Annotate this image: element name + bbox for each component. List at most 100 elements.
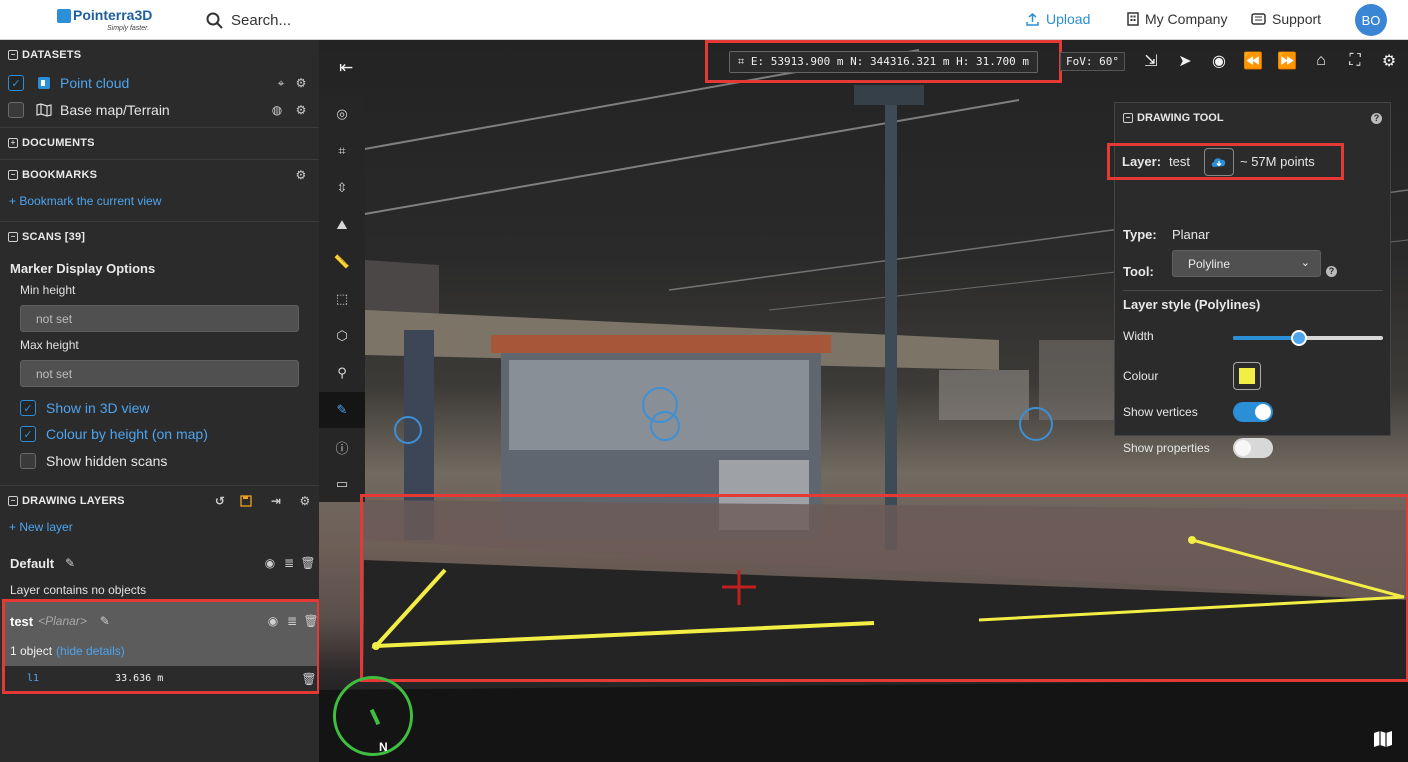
base-map-checkbox[interactable] (8, 102, 24, 118)
show-hidden-checkbox[interactable] (20, 453, 36, 469)
show-hidden-option[interactable]: Show hidden scans (0, 451, 319, 471)
fullscreen-icon[interactable]: ⛶ (1344, 50, 1366, 72)
show-3d-option[interactable]: ✓ Show in 3D view (0, 398, 319, 418)
support-button[interactable]: Support (1251, 11, 1321, 27)
enter-icon[interactable]: ⇲ (1140, 50, 1162, 72)
coordinate-icon: ⌗ (738, 54, 751, 68)
colour-by-height-option[interactable]: ✓ Colour by height (on map) (0, 424, 319, 444)
edit-icon[interactable]: ✎ (97, 613, 113, 629)
ticket-icon (1251, 13, 1266, 25)
help-icon[interactable]: ? (1326, 266, 1337, 277)
undo-icon[interactable]: ↺ (212, 493, 228, 509)
width-slider-handle[interactable] (1291, 330, 1307, 346)
export-icon[interactable]: ⇥ (268, 493, 284, 509)
bookmark-current-view-link[interactable]: + Bookmark the current view (0, 193, 319, 209)
app-header: Pointerra3D Simply faster. Search... Upl… (0, 0, 1408, 40)
layer-style-title: Layer style (Polylines) (1123, 297, 1261, 312)
dataset-point-cloud[interactable]: ✓ Point cloud ⌖ ⚙ (0, 73, 319, 93)
gear-icon[interactable]: ⚙ (297, 493, 313, 509)
documents-header[interactable]: + DOCUMENTS (0, 127, 319, 157)
trash-icon[interactable]: 🗑 (303, 613, 319, 629)
map-toggle-icon[interactable] (1373, 730, 1393, 748)
fov-readout[interactable]: FoV: 60° (1060, 52, 1125, 71)
width-slider[interactable] (1233, 330, 1383, 346)
layer-test-selected[interactable]: test <Planar> ✎ ◉ ≣ 🗑 1 object (hide det… (2, 599, 319, 694)
coordinate-readout: ⌗ E: 53913.900 m N: 344316.321 m H: 31.7… (729, 50, 1038, 73)
upload-label: Upload (1046, 11, 1091, 27)
terrain-tool[interactable]: ⛰ (319, 207, 365, 243)
tool-select-value: Polyline (1188, 256, 1231, 271)
camera-tool[interactable]: ▭ (319, 466, 365, 502)
locate-tool[interactable]: ◎ (319, 96, 365, 132)
measure-tool[interactable]: 📏 (319, 244, 365, 280)
min-height-input[interactable]: not set (20, 305, 299, 332)
navigate-icon[interactable]: ➤ (1174, 50, 1196, 72)
colour-label: Colour (1123, 369, 1159, 383)
search-input[interactable]: Search... (231, 12, 291, 29)
crop-tool[interactable]: ⌗ (319, 133, 365, 169)
new-layer-link[interactable]: + New layer (0, 519, 319, 535)
globe-icon[interactable]: ◍ (269, 102, 285, 118)
save-icon[interactable] (238, 493, 254, 509)
gear-icon[interactable]: ⚙ (1378, 50, 1400, 72)
show-properties-toggle[interactable] (1233, 438, 1273, 458)
home-icon[interactable]: ⌂ (1310, 50, 1332, 72)
objects-tool[interactable]: ⬡ (319, 318, 365, 354)
point-cloud-viewport[interactable]: ◎ ⌗ ⇳ ⛰ 📏 ⬚ ⬡ ⚲ ✎ ⓘ ▭ ⇤ ⌗ E: 53913.900 m… (319, 40, 1408, 762)
trash-icon[interactable]: 🗑 (300, 555, 316, 571)
list-delete-icon[interactable]: ≣ (281, 555, 297, 571)
user-avatar[interactable]: BO (1355, 4, 1387, 36)
show-3d-checkbox[interactable]: ✓ (20, 400, 36, 416)
company-button[interactable]: My Company (1127, 11, 1227, 27)
dataset-base-map[interactable]: Base map/Terrain ◍ ⚙ (0, 100, 319, 120)
scans-title: SCANS [39] (22, 230, 86, 243)
eye-icon[interactable]: ◉ (265, 613, 281, 629)
datasets-header[interactable]: − DATASETS (0, 40, 319, 70)
pointerra-logo[interactable]: Pointerra3D Simply faster. (57, 7, 157, 35)
coordinate-text: E: 53913.900 m N: 344316.321 m H: 31.700… (750, 54, 1029, 68)
show-vertices-label: Show vertices (1123, 405, 1198, 419)
list-delete-icon[interactable]: ≣ (284, 613, 300, 629)
edit-icon[interactable]: ✎ (62, 555, 78, 571)
colour-by-height-label: Colour by height (on map) (46, 426, 208, 442)
gear-icon[interactable]: ⚙ (293, 75, 309, 91)
collapse-sidebar-icon[interactable]: ⇤ (339, 58, 353, 78)
compass-north-label: N (379, 740, 388, 754)
fast-forward-icon[interactable]: ⏩ (1276, 50, 1298, 72)
colour-swatch[interactable] (1233, 362, 1261, 390)
map-icon (36, 102, 52, 118)
colour-swatch-fill (1239, 368, 1255, 384)
bookmarks-header[interactable]: − BOOKMARKS ⚙ (0, 159, 319, 189)
point-cloud-checkbox[interactable]: ✓ (8, 75, 24, 91)
drawing-tool[interactable]: ✎ (319, 392, 365, 428)
type-value: Planar (1172, 227, 1210, 242)
focus-icon[interactable]: ⌖ (273, 75, 289, 91)
help-icon[interactable]: ? (1371, 113, 1382, 124)
trash-icon[interactable]: 🗑 (301, 671, 317, 687)
compass[interactable] (333, 676, 413, 756)
eye-icon[interactable]: ◉ (262, 555, 278, 571)
drawing-tool-header[interactable]: − DRAWING TOOL (1123, 112, 1224, 124)
search-bar[interactable]: Search... (206, 9, 506, 31)
rewind-icon[interactable]: ⏪ (1242, 50, 1264, 72)
info-tool[interactable]: ⓘ (319, 429, 365, 465)
marker-tool[interactable]: ⚲ (319, 355, 365, 391)
layer-default[interactable]: Default ✎ ◉ ≣ 🗑 (0, 554, 319, 572)
gear-icon[interactable]: ⚙ (293, 167, 309, 183)
tool-select[interactable]: Polyline ⌄ (1172, 250, 1321, 277)
eye-icon[interactable]: ◉ (1208, 50, 1230, 72)
colour-by-height-checkbox[interactable]: ✓ (20, 426, 36, 442)
hide-details-link[interactable]: (hide details) (56, 644, 125, 658)
download-points-button[interactable] (1204, 147, 1234, 176)
drawing-layers-header[interactable]: − DRAWING LAYERS ↺ ⇥ ⚙ (0, 485, 319, 515)
upload-button[interactable]: Upload (1025, 11, 1090, 27)
scans-header[interactable]: − SCANS [39] (0, 221, 319, 251)
max-height-input[interactable]: not set (20, 360, 299, 387)
collapse-icon: − (8, 495, 18, 506)
section-tool[interactable]: ⇳ (319, 170, 365, 206)
object-row[interactable]: l1 33.636 m 🗑 (5, 666, 317, 691)
show-vertices-toggle[interactable] (1233, 402, 1273, 422)
box-select-tool[interactable]: ⬚ (319, 281, 365, 317)
point-cloud-label: Point cloud (60, 75, 130, 91)
gear-icon[interactable]: ⚙ (293, 102, 309, 118)
